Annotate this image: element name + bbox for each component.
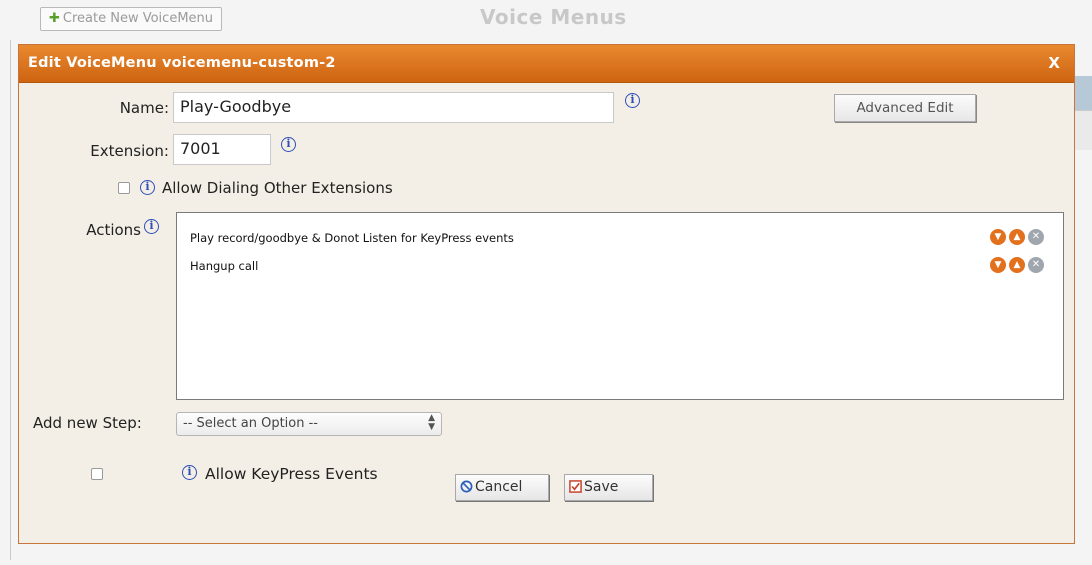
allow-keypress-checkbox[interactable] — [91, 468, 103, 480]
dialog-title: Edit VoiceMenu voicemenu-custom-2 — [28, 55, 336, 71]
extension-input[interactable]: 7001 — [173, 134, 271, 165]
create-voicemenu-button[interactable]: ✚ Create New VoiceMenu — [40, 7, 223, 31]
select-value: -- Select an Option -- — [183, 416, 318, 431]
allow-keypress-label: Allow KeyPress Events — [205, 465, 378, 483]
save-checkbox-icon — [569, 480, 582, 493]
allow-dialing-info-icon[interactable]: i — [140, 180, 155, 195]
action-text: Play record/goodbye & Donot Listen for K… — [190, 231, 514, 245]
add-step-label: Add new Step: — [33, 414, 142, 432]
move-down-icon[interactable]: ▼ — [990, 229, 1006, 245]
name-info-icon[interactable]: i — [625, 93, 640, 108]
cancel-label: Cancel — [475, 479, 523, 495]
move-up-icon[interactable]: ▲ — [1009, 257, 1025, 273]
name-input[interactable]: Play-Goodbye — [173, 92, 614, 123]
add-step-select[interactable]: -- Select an Option -- ▲ ▼ — [176, 412, 442, 436]
page-title: Voice Menus — [480, 5, 627, 29]
extension-info-icon[interactable]: i — [281, 137, 296, 152]
action-item: Hangup call ▼ ▲ ✕ — [190, 255, 1050, 277]
background-table-header — [1075, 76, 1092, 110]
advanced-edit-button[interactable]: Advanced Edit — [834, 94, 976, 122]
delete-icon[interactable]: ✕ — [1028, 229, 1044, 245]
action-item: Play record/goodbye & Donot Listen for K… — [190, 227, 1050, 249]
plus-icon: ✚ — [49, 11, 60, 26]
save-label: Save — [584, 479, 619, 495]
allow-dialing-label: Allow Dialing Other Extensions — [162, 179, 393, 197]
allow-dialing-checkbox[interactable] — [118, 182, 130, 194]
action-text: Hangup call — [190, 259, 259, 273]
cancel-icon — [460, 480, 473, 493]
name-label: Name: — [119, 99, 169, 117]
background-table-row — [1075, 110, 1092, 150]
actions-list: Play record/goodbye & Donot Listen for K… — [176, 212, 1064, 400]
dialog-titlebar: Edit VoiceMenu voicemenu-custom-2 X — [19, 45, 1074, 83]
cancel-button[interactable]: Cancel — [455, 474, 549, 501]
close-button[interactable]: X — [1048, 54, 1060, 72]
delete-icon[interactable]: ✕ — [1028, 257, 1044, 273]
actions-info-icon[interactable]: i — [144, 219, 159, 234]
actions-label: Actions — [86, 221, 141, 239]
edit-voicemenu-dialog: Edit VoiceMenu voicemenu-custom-2 X Name… — [18, 44, 1075, 544]
create-voicemenu-label: Create New VoiceMenu — [62, 11, 214, 26]
select-arrows-icon: ▲ ▼ — [428, 413, 435, 432]
save-button[interactable]: Save — [564, 474, 653, 501]
move-up-icon[interactable]: ▲ — [1009, 229, 1025, 245]
move-down-icon[interactable]: ▼ — [990, 257, 1006, 273]
allow-keypress-info-icon[interactable]: i — [182, 465, 197, 480]
action-controls: ▼ ▲ ✕ — [990, 229, 1050, 245]
page-left-border — [10, 40, 11, 560]
action-controls: ▼ ▲ ✕ — [990, 257, 1050, 273]
extension-label: Extension: — [90, 142, 169, 160]
